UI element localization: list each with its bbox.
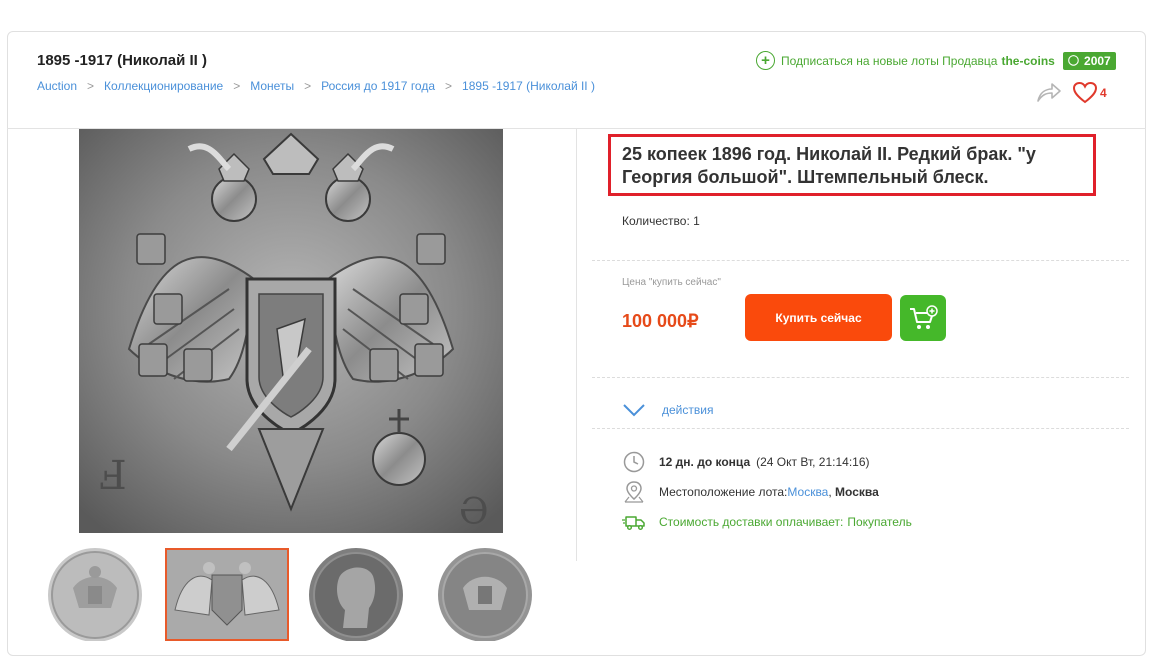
thumb-coin-portrait <box>309 548 403 641</box>
thumbnail-3[interactable] <box>299 548 423 641</box>
thumb-coin-eagle-closeup <box>167 550 287 639</box>
coin-eagle-closeup-image: Ⅎ Ə <box>79 129 503 533</box>
breadcrumb-item-nicholas-ii[interactable]: 1895 -1917 (Николай II ) <box>462 79 595 93</box>
breadcrumb-separator: > <box>87 79 95 93</box>
svg-text:Ə: Ə <box>459 492 489 533</box>
thumbnail-1[interactable] <box>33 548 157 641</box>
add-to-cart-button[interactable] <box>900 295 946 341</box>
quantity-text: Количество: 1 <box>622 214 700 228</box>
heart-icon[interactable] <box>1072 81 1098 105</box>
time-left-row: 12 дн. до конца (24 Окт Вт, 21:14:16) <box>622 450 870 474</box>
breadcrumb-item-russia-before-1917[interactable]: Россия до 1917 года <box>321 79 435 93</box>
lot-title: 25 копеек 1896 год. Николай II. Редкий б… <box>622 144 1036 187</box>
clock-icon <box>622 450 646 474</box>
likes-count: 4 <box>1100 86 1107 100</box>
location-city: Москва <box>835 485 879 499</box>
location-row: Местоположение лота: Москва , Москва <box>622 480 879 504</box>
breadcrumb-separator: > <box>304 79 312 93</box>
seller-rating: 2007 <box>1084 53 1111 68</box>
thumb-coin-reverse-2 <box>438 548 532 641</box>
svg-text:Ⅎ: Ⅎ <box>99 453 127 499</box>
chevron-down-icon[interactable] <box>622 403 646 417</box>
seller-rating-badge[interactable]: ◯ 2007 <box>1062 51 1116 70</box>
divider <box>592 428 1129 429</box>
thumbnail-4[interactable] <box>428 548 552 641</box>
cart-plus-icon <box>910 305 938 329</box>
breadcrumb-separator: > <box>445 79 453 93</box>
location-pin-icon <box>622 480 646 504</box>
location-city-link[interactable]: Москва <box>787 485 828 499</box>
end-date: (24 Окт Вт, 21:14:16) <box>756 455 870 469</box>
breadcrumb-item-collecting[interactable]: Коллекционирование <box>104 79 223 93</box>
thumb-coin-reverse <box>48 548 142 641</box>
shipping-row: Стоимость доставки оплачивает: Покупател… <box>622 510 912 534</box>
breadcrumb-separator: > <box>233 79 241 93</box>
plus-circle-icon: + <box>756 51 775 70</box>
actions-toggle[interactable]: действия <box>662 403 713 417</box>
time-left: 12 дн. до конца <box>659 455 751 469</box>
price-label: Цена "купить сейчас" <box>622 277 721 288</box>
subscribe-text: Подписаться на новые лоты Продавца <box>781 53 998 68</box>
main-lot-photo[interactable]: Ⅎ Ə <box>79 129 503 533</box>
page-title: 1895 -1917 (Николай II ) <box>37 52 207 69</box>
subscribe-seller-link[interactable]: + Подписаться на новые лоты Продавца the… <box>756 51 1116 70</box>
thumbnail-2-selected[interactable] <box>165 548 289 641</box>
seller-name[interactable]: the-coins <box>1001 54 1054 68</box>
column-divider <box>576 129 577 561</box>
location-label: Местоположение лота: <box>659 485 788 499</box>
breadcrumb: Auction > Коллекционирование > Монеты > … <box>37 79 595 93</box>
shipping-text: Стоимость доставки оплачивает: <box>659 515 844 529</box>
price-value: 100 000₽ <box>622 311 699 331</box>
breadcrumb-item-coins[interactable]: Монеты <box>250 79 294 93</box>
person-icon: ◯ <box>1067 55 1080 66</box>
divider <box>592 377 1129 378</box>
breadcrumb-item-auction[interactable]: Auction <box>37 79 77 93</box>
divider <box>592 260 1129 261</box>
lot-title-highlight-box: 25 копеек 1896 год. Николай II. Редкий б… <box>608 134 1096 196</box>
shipping-payer: Покупатель <box>847 515 912 529</box>
buy-now-button[interactable]: Купить сейчас <box>745 294 892 341</box>
delivery-truck-icon <box>622 510 646 534</box>
share-icon[interactable] <box>1036 80 1062 104</box>
